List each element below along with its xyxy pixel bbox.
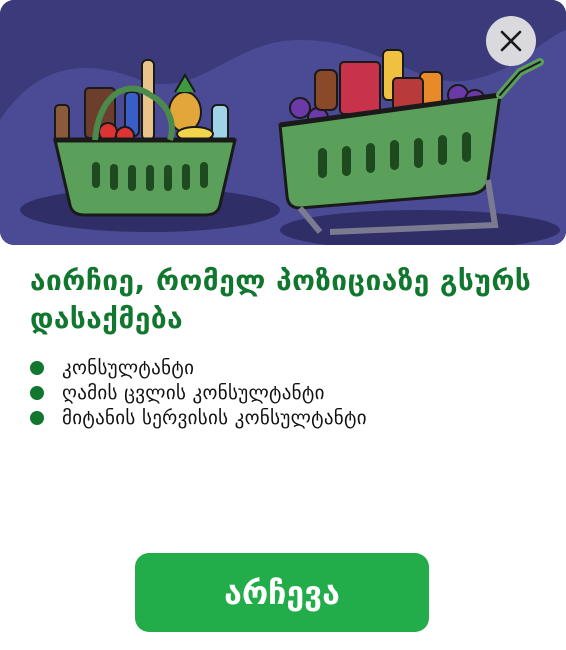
- close-icon: [500, 30, 522, 52]
- choose-button[interactable]: არჩევა: [135, 553, 429, 632]
- position-option-label: ღამის ცვლის კონსულტანტი: [62, 381, 325, 404]
- position-option-delivery-service-consultant[interactable]: მიტანის სერვისის კონსულტანტი: [30, 405, 367, 430]
- modal-title: აირჩიე, რომელ პოზიციაზე გსურს დასაქმება: [30, 264, 532, 335]
- bullet-icon: [30, 385, 44, 400]
- bullet-icon: [30, 410, 44, 425]
- position-option-consultant[interactable]: კონსულტანტი: [30, 355, 367, 380]
- position-option-night-shift-consultant[interactable]: ღამის ცვლის კონსულტანტი: [30, 380, 367, 405]
- position-options-list: კონსულტანტი ღამის ცვლის კონსულტანტი მიტა…: [30, 355, 367, 430]
- close-button[interactable]: [486, 16, 536, 66]
- bullet-icon: [30, 360, 44, 375]
- position-select-modal: აირჩიე, რომელ პოზიციაზე გსურს დასაქმება …: [0, 0, 566, 650]
- position-option-label: კონსულტანტი: [62, 356, 195, 379]
- grocery-baskets-illustration: [0, 0, 566, 245]
- position-option-label: მიტანის სერვისის კონსულტანტი: [62, 406, 367, 429]
- hero-illustration: [0, 0, 566, 245]
